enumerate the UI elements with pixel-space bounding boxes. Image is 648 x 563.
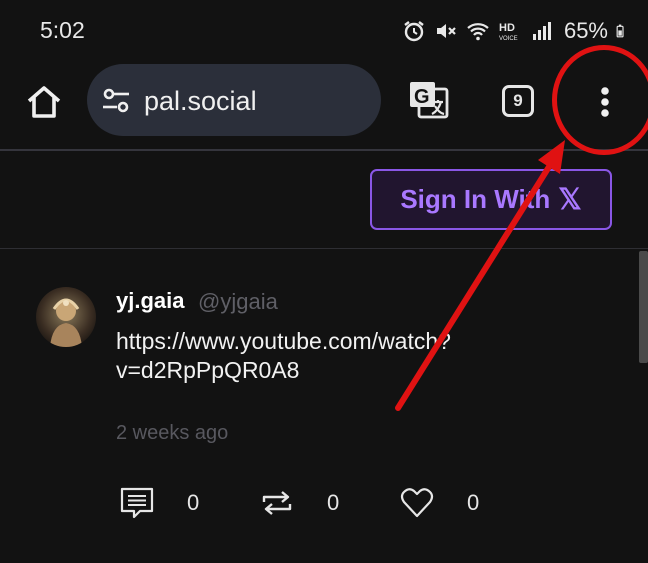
annotation-arrow bbox=[395, 140, 565, 411]
